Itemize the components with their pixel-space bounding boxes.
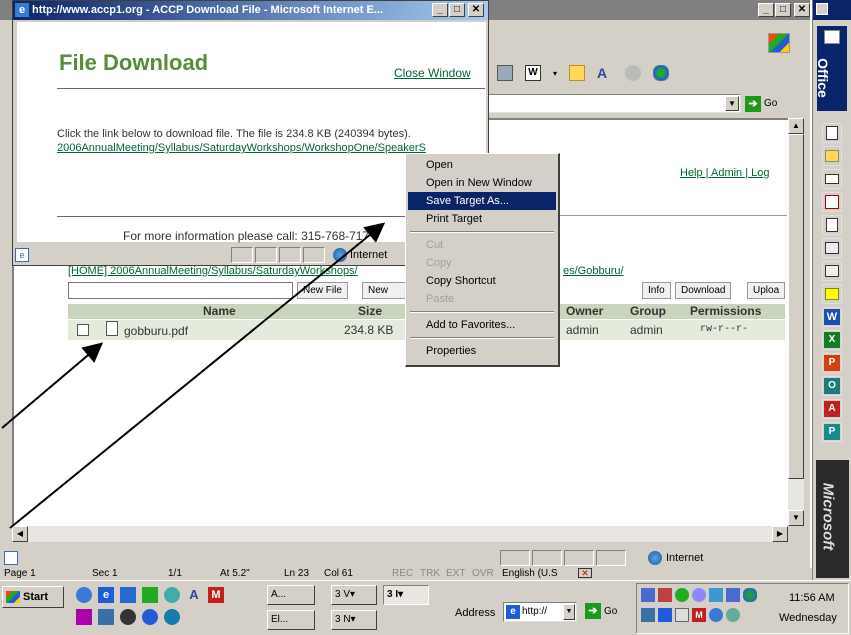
microsoft-brand-text: Microsoft [819, 482, 837, 551]
clock-day: Wednesday [779, 612, 837, 624]
mcafee-tray-icon[interactable]: M [692, 608, 706, 622]
taskbar-go-arrow-icon: ➔ [585, 603, 601, 619]
status-rec[interactable]: REC [392, 568, 413, 579]
msn-tray-icon[interactable] [743, 588, 757, 602]
quick-launch: e A M [76, 587, 256, 625]
calendar-icon[interactable] [822, 192, 842, 212]
tray-icon[interactable] [658, 608, 672, 622]
windows-flag-icon [6, 591, 20, 603]
office-shortcut-bar: Office W X P O A P Microsoft [812, 0, 851, 580]
access-icon[interactable]: O [822, 376, 842, 396]
taskbar-address-ie-icon: e [506, 605, 520, 619]
task-icon[interactable] [822, 215, 842, 235]
tray-icon[interactable] [641, 608, 655, 622]
office-bar-title [813, 0, 851, 20]
status-language[interactable]: English (U.S [502, 568, 558, 579]
task-button-acrobat[interactable]: A... [267, 585, 315, 605]
office-button-list: W X P O A P [821, 120, 843, 445]
clock-time[interactable]: 11:56 AM [789, 592, 835, 604]
tray-icon[interactable] [675, 608, 689, 622]
acrobat-reader-icon[interactable]: A [822, 399, 842, 419]
quick-launch-icon[interactable] [76, 587, 92, 603]
status-ovr[interactable]: OVR [472, 568, 494, 579]
start-button[interactable]: Start [2, 586, 64, 608]
office-menu-icon[interactable] [816, 3, 828, 15]
microsoft-brand-panel: Microsoft [816, 460, 849, 578]
excel-icon[interactable]: X [822, 330, 842, 350]
status-page: Page 1 [4, 568, 36, 579]
arrow-to-file [1, 342, 104, 429]
task-button-notes[interactable]: 3 N▾ [331, 610, 377, 630]
task-button-word[interactable]: El... [267, 610, 315, 630]
tray-icon[interactable] [726, 608, 740, 622]
quick-launch-tools-icon[interactable] [76, 609, 92, 625]
tray-icon[interactable] [709, 608, 723, 622]
quick-launch-mcafee-icon[interactable]: M [208, 587, 224, 603]
network-icon[interactable] [726, 588, 740, 602]
quick-launch-search-icon[interactable] [164, 587, 180, 603]
status-ext[interactable]: EXT [446, 568, 465, 579]
office-bar-header[interactable]: Office [814, 26, 847, 111]
tray-icon[interactable] [709, 588, 723, 602]
contact-icon[interactable] [822, 238, 842, 258]
status-col: Col 61 [324, 568, 353, 579]
status-line: Ln 23 [284, 568, 310, 579]
tray-icons-row2: M [641, 608, 740, 622]
taskbar: Start e A M A... 3 V▾ 3 I▾ El... 3 N▾ Ad… [0, 580, 851, 635]
task-button-ie[interactable]: 3 I▾ [383, 585, 429, 605]
quick-launch-cd-icon[interactable] [120, 609, 136, 625]
taskbar-address-dropdown[interactable]: ▼ [563, 604, 575, 620]
email-icon[interactable] [822, 169, 842, 189]
annotation-arrows [1, 222, 386, 529]
status-trk[interactable]: TRK [420, 568, 440, 579]
powerpoint-icon[interactable]: P [822, 353, 842, 373]
new-document-icon[interactable] [822, 123, 842, 143]
tray-icon[interactable] [675, 588, 689, 602]
tray-icon[interactable] [658, 588, 672, 602]
spelling-status-icon[interactable]: ✕ [578, 568, 592, 578]
quick-launch-outlook-icon[interactable] [120, 587, 136, 603]
taskbar-address-label: Address [455, 607, 496, 619]
arrow-to-menu [9, 222, 386, 529]
tray-icon[interactable] [692, 588, 706, 602]
quick-launch-media-icon[interactable] [98, 609, 114, 625]
journal-icon[interactable] [822, 261, 842, 281]
quick-launch-acrobat-icon[interactable]: A [186, 587, 202, 603]
quick-launch-ie2-icon[interactable] [142, 609, 158, 625]
status-at: At 5.2" [220, 568, 250, 579]
word-status-bar: Page 1 Sec 1 1/1 At 5.2" Ln 23 Col 61 RE… [0, 568, 812, 580]
word-icon[interactable]: W [822, 307, 842, 327]
tray-icons-row1 [641, 588, 757, 602]
office-folder-icon [824, 30, 840, 44]
taskbar-go-button[interactable]: ➔ Go [585, 603, 617, 619]
quick-launch-arrow-icon[interactable] [164, 609, 180, 625]
notes-icon[interactable] [822, 284, 842, 304]
open-document-icon[interactable] [822, 146, 842, 166]
quick-launch-ie-icon[interactable]: e [98, 587, 114, 603]
volume-icon[interactable] [641, 588, 655, 602]
task-button-folders[interactable]: 3 V▾ [331, 585, 377, 605]
system-tray: M 11:56 AM Wednesday [636, 583, 849, 634]
status-section: Sec 1 [92, 568, 118, 579]
quick-launch-green-icon[interactable] [142, 587, 158, 603]
office-label: Office [814, 58, 831, 98]
publisher-icon[interactable]: P [822, 422, 842, 442]
status-pages: 1/1 [168, 568, 182, 579]
